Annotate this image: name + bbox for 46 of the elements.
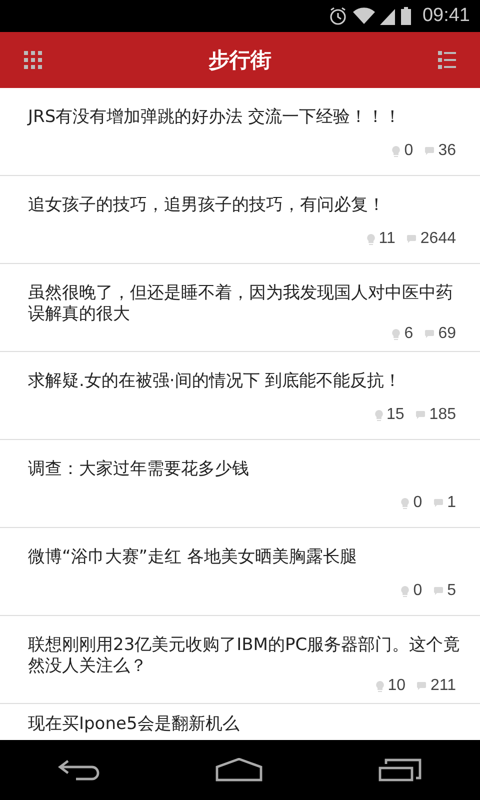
post-title[interactable]: 联想刚刚用23亿美元收购了IBM的PC服务器部门。这个竟然没人关注么？ xyxy=(28,635,464,677)
lightbulb-icon xyxy=(366,234,375,244)
lightbulb-icon xyxy=(374,410,382,420)
light-count: 0 xyxy=(413,582,422,600)
reply-count: 69 xyxy=(438,325,456,343)
light-count: 15 xyxy=(386,406,404,424)
comment-icon xyxy=(417,682,426,690)
lightbulb-icon xyxy=(376,680,384,692)
back-icon[interactable] xyxy=(58,759,100,781)
light-count: 6 xyxy=(404,325,414,343)
reply-count: 5 xyxy=(447,582,456,600)
comment-icon xyxy=(425,147,434,155)
clock-time: 09:41 xyxy=(422,5,470,27)
reply-count: 2644 xyxy=(420,230,456,248)
recent-apps-icon[interactable] xyxy=(378,758,422,782)
post-title[interactable]: 调查：大家过年需要花多少钱 xyxy=(28,459,464,480)
post-title[interactable]: JRS有没有增加弹跳的好办法 交流一下经验！！！ xyxy=(28,107,464,128)
grid-menu-icon[interactable] xyxy=(24,51,42,69)
page-title: 步行街 xyxy=(208,47,272,74)
light-count: 10 xyxy=(388,677,406,695)
lightbulb-icon xyxy=(392,328,400,340)
reply-count: 185 xyxy=(429,406,456,424)
alarm-icon xyxy=(328,6,348,26)
wifi-icon xyxy=(352,6,376,26)
light-count: 11 xyxy=(378,230,396,248)
post-title[interactable]: 求解疑.女的在被强·间的情况下 到底能不能反抗！ xyxy=(28,371,464,392)
post-title[interactable]: 虽然很晚了，但还是睡不着，因为我发现国人对中医中药误解真的很大 xyxy=(28,283,464,325)
reply-count: 211 xyxy=(430,677,456,695)
lightbulb-icon xyxy=(392,146,400,156)
post-title[interactable]: 现在买Ipone5会是翻新机么 xyxy=(28,714,464,735)
post-title[interactable]: 微博“浴巾大赛”走红 各地美女晒美胸露长腿 xyxy=(28,547,464,568)
list-icon[interactable] xyxy=(438,51,456,69)
reply-count: 36 xyxy=(438,142,456,160)
light-count: 0 xyxy=(404,142,414,160)
comment-icon xyxy=(407,235,416,243)
comment-icon xyxy=(425,330,434,338)
lightbulb-icon xyxy=(401,586,410,596)
comment-icon xyxy=(434,587,444,595)
post-title[interactable]: 追女孩子的技巧，追男孩子的技巧，有问必复！ xyxy=(28,195,464,216)
lightbulb-icon xyxy=(401,498,410,508)
comment-icon xyxy=(434,499,444,507)
battery-icon xyxy=(400,6,412,26)
comment-icon xyxy=(416,411,426,419)
light-count: 0 xyxy=(413,494,422,512)
home-icon[interactable] xyxy=(214,758,263,782)
reply-count: 1 xyxy=(447,494,456,512)
